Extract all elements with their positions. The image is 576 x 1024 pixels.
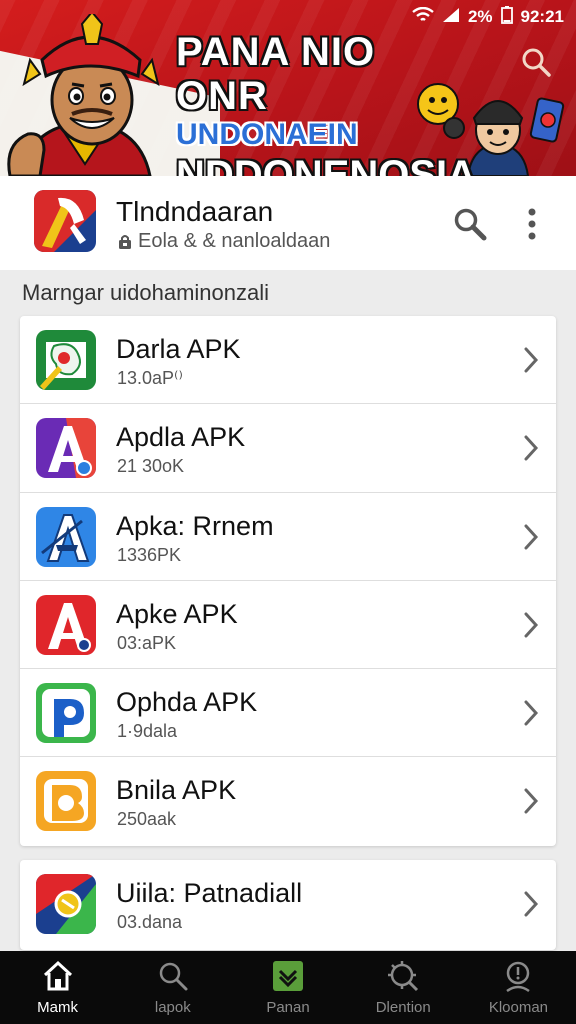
download-icon	[273, 961, 303, 991]
banner-headline: PANA NIO ONR UNDONAEIN NDDONENOSIA	[176, 30, 476, 176]
app-name: Uiila: Patnadiall	[116, 878, 303, 908]
chevron-right-icon	[524, 524, 539, 550]
banner-line-2: UNDONAEIN	[176, 118, 358, 151]
app-name: Darla APK	[116, 334, 241, 364]
app-size: 1336PK	[117, 544, 182, 565]
list-item[interactable]: Ophda APK 1·9dala	[20, 669, 556, 758]
nav-item-settings[interactable]: Dlention	[346, 951, 461, 1024]
app-name: Ophda APK	[116, 687, 258, 718]
bottom-navigation: Mamk lapok Panan Dlention Klooman	[0, 951, 576, 1024]
map-pin-icon	[36, 330, 96, 390]
app-name: Apke APK	[116, 598, 238, 629]
app-size: 03:aPK	[117, 632, 177, 653]
status-bar: 2% 92:21	[412, 6, 564, 28]
chevron-right-icon	[524, 788, 539, 814]
chevron-right-icon	[524, 347, 539, 373]
nav-item-profile[interactable]: Klooman	[461, 951, 576, 1024]
app-list: Darla APK 13.0aP⁽⁾ Apdla APK 21 30oK Apk…	[20, 316, 556, 846]
section-title: Marngar uidohaminonzali	[22, 280, 270, 305]
app-size: 21 30oK	[117, 456, 185, 477]
app-name: Apdla APK	[116, 422, 246, 453]
battery-percent: 2%	[467, 7, 493, 26]
app-name: Tlndndaaran	[116, 196, 274, 227]
chevron-right-icon	[524, 612, 539, 638]
banner-search-icon[interactable]	[518, 44, 554, 80]
app-size: 13.0aP⁽⁾	[117, 368, 183, 388]
app-size: 250aak	[117, 809, 177, 830]
more-vert-icon[interactable]	[522, 206, 542, 242]
nav-item-download[interactable]: Panan	[230, 951, 345, 1024]
list-item[interactable]: Apka: Rrnem 1336PK	[20, 493, 556, 581]
letter-a-icon	[36, 418, 96, 479]
banner-line-1: PANA NIO ONR	[176, 30, 376, 118]
nav-label: Dlention	[375, 999, 431, 1016]
list-item[interactable]: Apdla APK 21 30oK	[20, 404, 556, 493]
mascot-illustration	[7, 14, 160, 176]
clock: 92:21	[520, 7, 564, 26]
settings-icon	[388, 961, 419, 992]
app-logo-icon[interactable]	[34, 190, 96, 252]
list-item[interactable]: Bnila APK 250aak	[20, 757, 556, 845]
list-item[interactable]: Uiila: Patnadiall 03.dana	[20, 860, 556, 950]
banner-line-3: NDDONENOSIA	[176, 153, 477, 176]
app-name: Bnila APK	[116, 775, 237, 806]
nav-item-home[interactable]: Mamk	[0, 951, 115, 1024]
colorful-app-icon	[36, 874, 96, 934]
promo-banner[interactable]: 2% 92:21 PANA NIO ONR UNDONAEIN NDDONENO…	[0, 0, 576, 176]
lock-icon	[119, 234, 131, 249]
chevron-right-icon	[524, 435, 539, 461]
app-header: Tlndndaaran Eola & & nanloaldaan	[0, 176, 576, 270]
battery-icon	[500, 6, 513, 28]
signal-icon	[442, 7, 460, 27]
app-subtitle-text: Eola & & nanloaldaan	[138, 230, 331, 252]
list-item[interactable]: Darla APK 13.0aP⁽⁾	[20, 316, 556, 405]
chevron-right-icon	[524, 891, 539, 917]
letter-b-icon	[36, 771, 96, 832]
app-subtitle: Eola & & nanloaldaan	[118, 230, 330, 253]
letter-a-red-icon	[36, 594, 96, 655]
app-size: 03.dana	[117, 912, 183, 932]
letter-a-blue-icon	[36, 506, 96, 567]
profile-icon	[506, 961, 531, 993]
wifi-icon	[412, 6, 434, 27]
letter-p-icon	[36, 683, 96, 744]
nav-label: Klooman	[488, 999, 549, 1016]
search-icon	[159, 962, 188, 991]
nav-label: Mamk	[37, 999, 79, 1016]
home-icon	[43, 960, 72, 991]
nav-label: Panan	[266, 999, 310, 1016]
search-icon[interactable]	[452, 206, 488, 242]
nav-item-search[interactable]: lapok	[115, 951, 230, 1024]
app-list-secondary: Uiila: Patnadiall 03.dana	[20, 860, 556, 950]
app-size: 1·9dala	[117, 721, 178, 742]
app-name: Apka: Rrnem	[116, 510, 274, 541]
nav-label: lapok	[154, 999, 191, 1016]
chevron-right-icon	[524, 700, 539, 726]
list-item[interactable]: Apke APK 03:aPK	[20, 581, 556, 670]
